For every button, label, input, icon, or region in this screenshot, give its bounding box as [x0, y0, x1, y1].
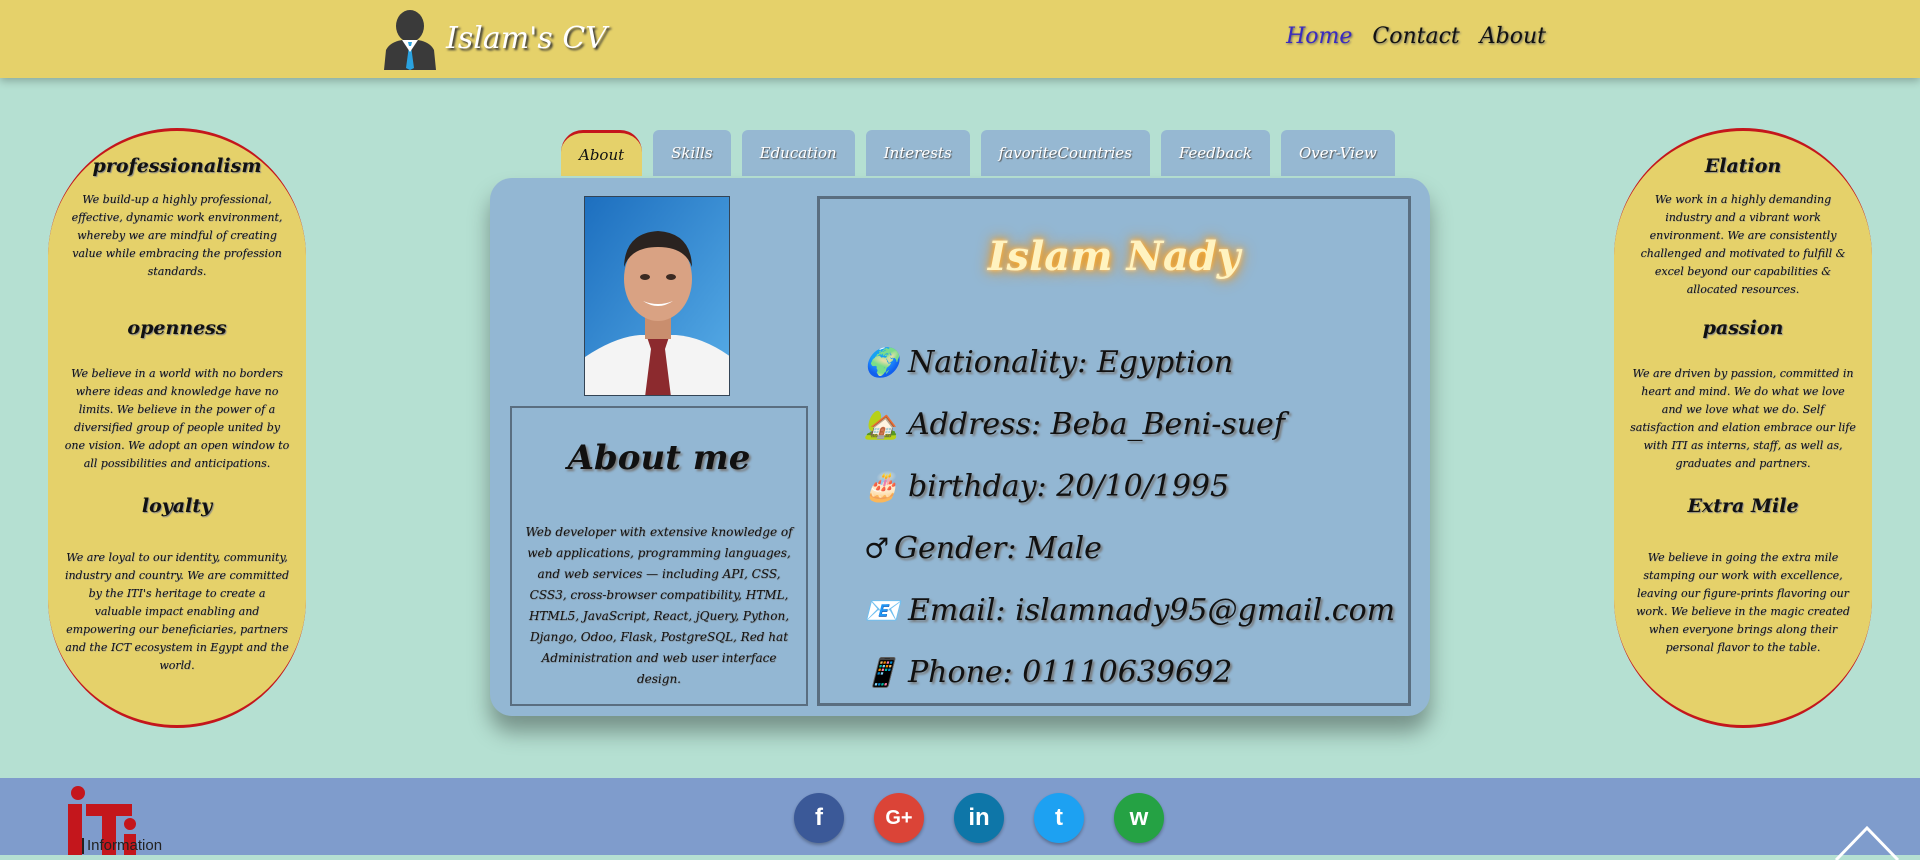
scroll-to-top-icon[interactable] [1832, 820, 1902, 860]
value-text: We believe in a world with no borders wh… [64, 367, 290, 470]
logo-text: Information [82, 838, 162, 854]
brand-title: Islam's CV [446, 20, 607, 56]
info-text: birthday: 20/10/1995 [908, 468, 1230, 504]
person-avatar-icon [384, 10, 436, 70]
tab-about[interactable]: About [561, 130, 643, 176]
nav-about-link[interactable]: About [1480, 24, 1546, 49]
tab-overview[interactable]: Over-View [1280, 130, 1395, 176]
value-item: Elation We work in a highly demanding in… [1626, 155, 1860, 317]
main-nav: Home Contact About [1286, 24, 1546, 49]
value-title: professionalism [92, 155, 262, 177]
info-email: 📧 Email: islamnady95@gmail.com [864, 579, 1395, 641]
value-title: loyalty [141, 495, 213, 517]
info-text: Address: Beba_Beni-suef [908, 406, 1285, 442]
value-item: professionalism We build-up a highly pro… [60, 155, 294, 317]
social-links: f G+ in t w [794, 793, 1164, 843]
cv-tabs: About Skills Education Interests favorit… [561, 130, 1395, 176]
value-text: We believe in going the extra mile stamp… [1636, 551, 1850, 654]
values-panel-right: Elation We work in a highly demanding in… [1614, 128, 1872, 728]
value-title: openness [127, 317, 227, 339]
value-title: passion [1702, 317, 1784, 339]
email-icon: 📧 [864, 593, 899, 627]
info-text: Nationality: Egyption [908, 344, 1234, 380]
tab-skills[interactable]: Skills [653, 130, 731, 176]
personal-info-box: Islam Nady 🌍 Nationality: Egyption 🏡 Add… [817, 196, 1411, 706]
nav-contact-link[interactable]: Contact [1372, 24, 1459, 49]
info-address: 🏡 Address: Beba_Beni-suef [864, 393, 1395, 455]
info-nationality: 🌍 Nationality: Egyption [864, 331, 1395, 393]
info-gender: ♂ Gender: Male [864, 517, 1395, 579]
value-text: We work in a highly demanding industry a… [1640, 193, 1846, 296]
linkedin-icon[interactable]: in [954, 793, 1004, 843]
value-text: We are loyal to our identity, community,… [64, 551, 290, 672]
info-birthday: 🎂 birthday: 20/10/1995 [864, 455, 1395, 517]
about-me-text: Web developer with extensive knowledge o… [525, 525, 793, 686]
whatsapp-icon[interactable]: w [1114, 793, 1164, 843]
google-plus-icon[interactable]: G+ [874, 793, 924, 843]
value-title: Extra Mile [1687, 495, 1799, 517]
tab-education[interactable]: Education [741, 130, 855, 176]
tab-interests[interactable]: Interests [865, 130, 970, 176]
tab-favorite-countries[interactable]: favoriteCountries [980, 130, 1150, 176]
value-item: Extra Mile We believe in going the extra… [1626, 495, 1860, 673]
profile-photo [584, 196, 730, 396]
value-text: We are driven by passion, committed in h… [1630, 367, 1856, 470]
profile-name: Islam Nady [987, 233, 1241, 280]
site-header: Islam's CV Home Contact About [0, 0, 1920, 78]
info-phone: 📱 Phone: 01110639692 [864, 641, 1395, 703]
about-me-heading: About me [567, 438, 751, 478]
value-text: We build-up a highly professional, effec… [71, 193, 283, 278]
value-item: loyalty We are loyal to our identity, co… [60, 495, 294, 673]
info-text[interactable]: Email: islamnady95@gmail.com [908, 593, 1395, 628]
values-panel-left: professionalism We build-up a highly pro… [48, 128, 306, 728]
brand[interactable]: Islam's CV [380, 6, 607, 70]
info-text: Gender: Male [894, 530, 1102, 566]
about-card: About me Web developer with extensive kn… [490, 178, 1430, 716]
tab-feedback[interactable]: Feedback [1160, 130, 1270, 176]
value-item: openness We believe in a world with no b… [60, 317, 294, 495]
site-footer: Information f G+ in t w [0, 778, 1920, 855]
male-icon: ♂ [864, 531, 890, 565]
about-me-box: About me Web developer with extensive kn… [510, 406, 808, 706]
facebook-icon[interactable]: f [794, 793, 844, 843]
value-item: passion We are driven by passion, commit… [1626, 317, 1860, 495]
profile-photo-image [585, 197, 729, 395]
phone-icon: 📱 [864, 655, 899, 689]
nav-home-link[interactable]: Home [1286, 24, 1352, 49]
info-list: 🌍 Nationality: Egyption 🏡 Address: Beba_… [864, 331, 1395, 703]
cake-icon: 🎂 [864, 469, 899, 503]
twitter-icon[interactable]: t [1034, 793, 1084, 843]
value-title: Elation [1704, 155, 1782, 177]
house-icon: 🏡 [864, 407, 899, 441]
globe-icon: 🌍 [864, 345, 899, 379]
info-text[interactable]: Phone: 01110639692 [908, 655, 1232, 690]
